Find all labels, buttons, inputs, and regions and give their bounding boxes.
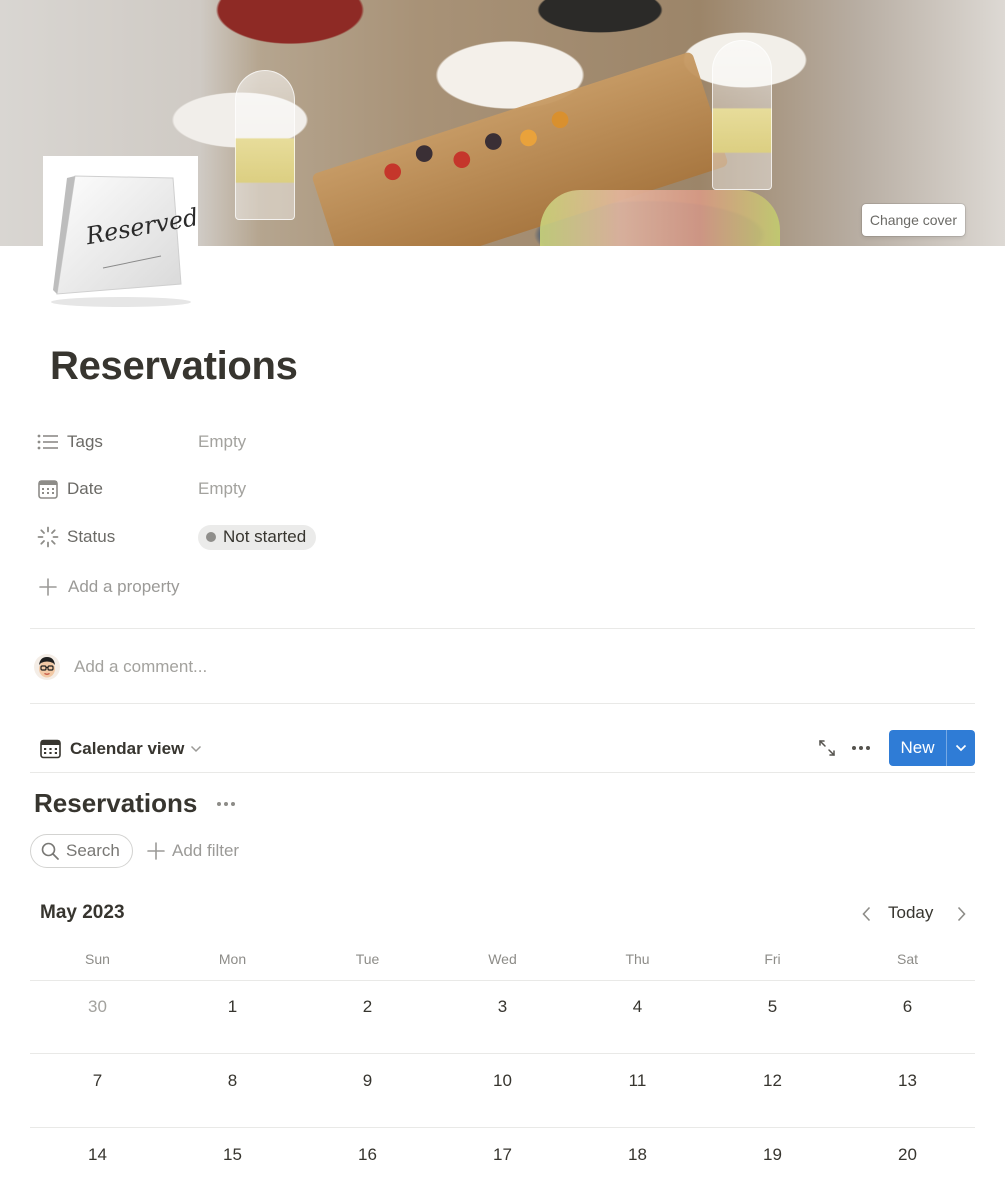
calendar-day-cell[interactable]: 14 xyxy=(30,1145,165,1165)
calendar-day-cell[interactable]: 18 xyxy=(570,1145,705,1165)
property-date[interactable]: Date Empty xyxy=(36,472,936,506)
property-label: Date xyxy=(67,479,103,498)
change-cover-button[interactable]: Change cover xyxy=(861,204,965,236)
database-title[interactable]: Reservations xyxy=(34,788,197,819)
comment-composer[interactable]: Add a comment... xyxy=(34,652,207,682)
page-title[interactable]: Reservations xyxy=(50,344,298,389)
calendar-day-cell[interactable]: 1 xyxy=(165,997,300,1017)
divider xyxy=(30,1053,975,1054)
calendar-day-cell[interactable]: 12 xyxy=(705,1071,840,1091)
more-horizontal-icon xyxy=(851,745,871,751)
plus-icon xyxy=(147,842,165,860)
cover-wine-glass xyxy=(712,40,772,190)
more-horizontal-icon xyxy=(216,801,236,807)
weekday-label: Sat xyxy=(896,951,918,967)
avatar xyxy=(34,654,60,680)
new-button[interactable]: New xyxy=(889,730,946,766)
weekday-label: Sun xyxy=(85,951,110,967)
calendar-day-cell[interactable]: 3 xyxy=(435,997,570,1017)
weekday-label: Thu xyxy=(625,951,650,967)
calendar-day-cell[interactable]: 10 xyxy=(435,1071,570,1091)
divider xyxy=(30,1127,975,1128)
search-label: Search xyxy=(66,841,120,860)
property-value-empty[interactable]: Empty xyxy=(198,479,246,499)
chevron-down-icon xyxy=(190,745,202,753)
expand-icon xyxy=(818,739,836,757)
calendar-day-cell[interactable]: 13 xyxy=(840,1071,975,1091)
calendar-day-cell[interactable]: 11 xyxy=(570,1071,705,1091)
chevron-right-icon xyxy=(957,906,966,922)
cover-melon-plate xyxy=(540,190,780,246)
calendar-day-cell[interactable]: 4 xyxy=(570,997,705,1017)
calendar-icon xyxy=(36,477,60,501)
add-filter-button[interactable]: Add filter xyxy=(147,839,239,863)
calendar-week-row: 7 8 9 10 11 12 13 xyxy=(30,1071,975,1091)
calendar-day-cell[interactable]: 19 xyxy=(705,1145,840,1165)
status-spinner-icon xyxy=(36,525,60,549)
calendar-week-row: 30 1 2 3 4 5 6 xyxy=(30,997,975,1017)
calendar-day-cell[interactable]: 17 xyxy=(435,1145,570,1165)
divider xyxy=(30,628,975,629)
previous-month-button[interactable] xyxy=(855,902,877,926)
weekday-label: Tue xyxy=(355,951,380,967)
calendar-day-cell[interactable]: 15 xyxy=(165,1145,300,1165)
weekday-label: Mon xyxy=(218,951,247,967)
calendar-day-cell[interactable]: 7 xyxy=(30,1071,165,1091)
add-filter-label: Add filter xyxy=(172,841,240,860)
calendar-week-row: 14 15 16 17 18 19 20 xyxy=(30,1145,975,1165)
plus-icon xyxy=(36,575,60,599)
new-dropdown-button[interactable] xyxy=(947,730,975,766)
add-property-button[interactable]: Add a property xyxy=(36,570,936,604)
calendar-day-cell[interactable]: 9 xyxy=(300,1071,435,1091)
calendar-day-cell[interactable]: 2 xyxy=(300,997,435,1017)
weekday-label: Fri xyxy=(764,951,781,967)
property-value-empty[interactable]: Empty xyxy=(198,432,246,452)
calendar-day-cell[interactable]: 8 xyxy=(165,1071,300,1091)
add-property-label: Add a property xyxy=(68,577,180,596)
divider xyxy=(30,980,975,981)
property-status[interactable]: Status Not started xyxy=(36,520,936,554)
chevron-down-icon xyxy=(955,744,967,752)
property-label: Status xyxy=(67,527,116,546)
more-options-button[interactable] xyxy=(848,735,874,761)
database-more-button[interactable] xyxy=(213,793,239,815)
new-button-group: New xyxy=(889,730,975,766)
status-badge[interactable]: Not started xyxy=(198,524,317,550)
cover-wine-glass xyxy=(235,70,295,220)
property-tags[interactable]: Tags Empty xyxy=(36,425,936,459)
status-text: Not started xyxy=(223,527,307,546)
next-month-button[interactable] xyxy=(950,902,972,926)
view-tab-calendar[interactable]: Calendar view xyxy=(40,736,202,762)
divider xyxy=(30,772,975,773)
property-label: Tags xyxy=(67,432,103,451)
calendar-day-cell[interactable]: 20 xyxy=(840,1145,975,1165)
view-tab-label: Calendar view xyxy=(70,739,185,758)
calendar-weekday-header: Sun Mon Tue Wed Thu Fri Sat xyxy=(30,951,975,967)
chevron-left-icon xyxy=(861,906,871,922)
divider xyxy=(30,703,975,704)
calendar-day-cell[interactable]: 30 xyxy=(30,997,165,1017)
status-dot xyxy=(206,532,216,542)
calendar-day-cell[interactable]: 16 xyxy=(300,1145,435,1165)
calendar-day-cell[interactable]: 6 xyxy=(840,997,975,1017)
calendar-month-label: May 2023 xyxy=(40,902,125,923)
search-icon xyxy=(41,842,59,860)
search-button[interactable]: Search xyxy=(30,834,133,868)
today-button[interactable]: Today xyxy=(888,903,933,923)
calendar-icon xyxy=(40,739,61,759)
page-icon-reserved-sign[interactable]: Reserved xyxy=(43,156,198,310)
list-icon xyxy=(36,430,60,454)
comment-input[interactable]: Add a comment... xyxy=(74,657,207,677)
expand-button[interactable] xyxy=(814,735,840,761)
calendar-day-cell[interactable]: 5 xyxy=(705,997,840,1017)
weekday-label: Wed xyxy=(488,951,517,967)
